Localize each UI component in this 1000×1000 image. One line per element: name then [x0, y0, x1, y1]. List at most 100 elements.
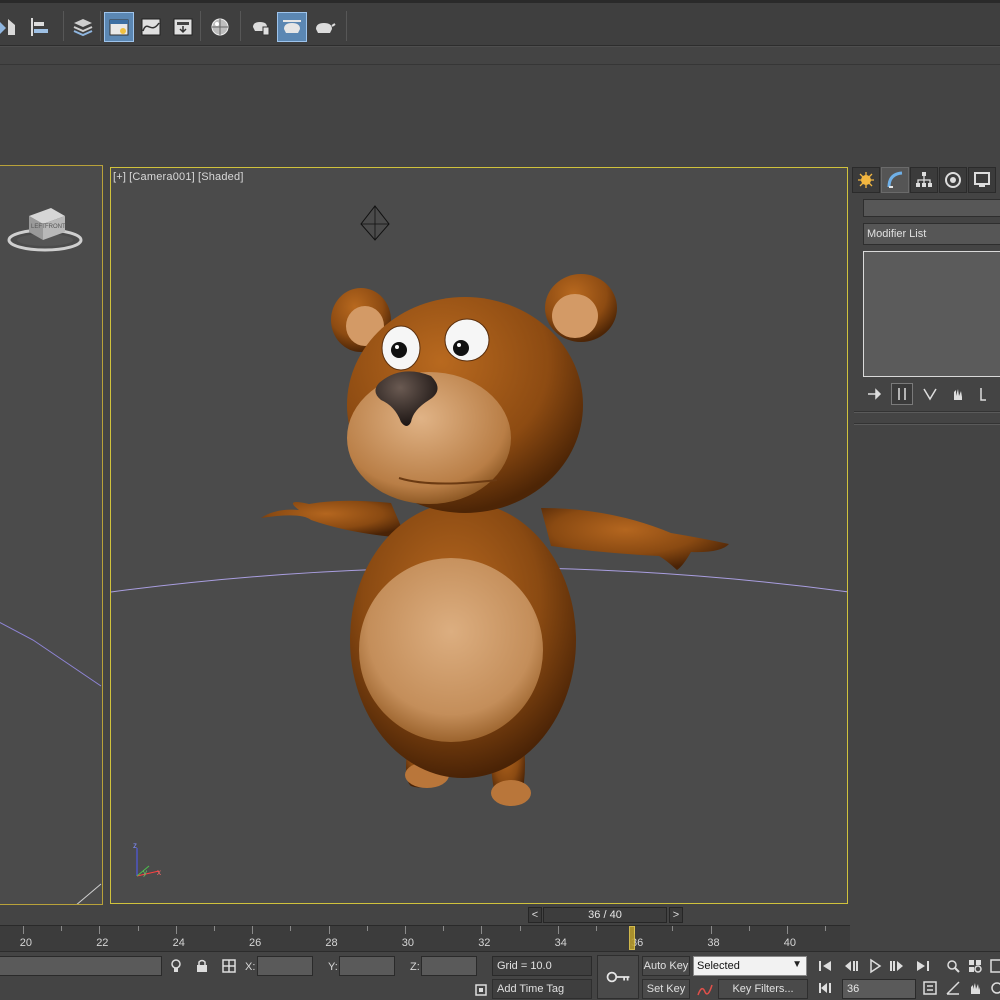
track-bar-tick [710, 926, 712, 934]
motion-tab-icon[interactable] [939, 167, 967, 193]
track-bar-tick [443, 926, 445, 931]
create-tab-icon[interactable] [852, 167, 880, 193]
viewcube-front-label: FRONT [45, 224, 66, 230]
pin-stack-icon[interactable] [863, 383, 885, 405]
left-viewport[interactable]: LEFT FRONT [0, 165, 103, 905]
track-bar-tick-label: 34 [554, 937, 567, 949]
x-coordinate-field[interactable] [257, 956, 313, 976]
track-bar-tick [61, 926, 63, 931]
next-frame-icon[interactable] [888, 957, 906, 975]
command-panel: Modifier List [852, 165, 1000, 905]
previous-frame-icon[interactable] [842, 957, 860, 975]
curve-editor-icon[interactable] [136, 12, 166, 42]
time-slider-thumb[interactable]: 36 / 40 [543, 907, 667, 923]
go-to-end-icon[interactable] [914, 957, 932, 975]
material-editor-icon[interactable] [205, 12, 235, 42]
grid-size-readout: Grid = 10.0 [492, 956, 592, 976]
pan-view-icon[interactable] [966, 979, 984, 997]
track-bar-tick-label: 28 [325, 937, 338, 949]
rendered-frame-window-icon[interactable] [277, 12, 307, 42]
maxscript-listener-field[interactable] [0, 956, 162, 976]
key-mode-toggle-button-icon[interactable] [816, 979, 834, 997]
orbit-icon[interactable] [988, 979, 1000, 997]
show-end-result-icon[interactable] [891, 383, 913, 405]
y-coordinate-label: Y: [328, 961, 338, 973]
axis-z-label: z [133, 841, 137, 850]
align-icon[interactable] [24, 12, 54, 42]
schematic-view-icon[interactable] [168, 12, 198, 42]
field-of-view-icon[interactable] [944, 979, 962, 997]
track-bar-tick [672, 926, 674, 931]
absolute-transform-icon[interactable] [220, 957, 238, 975]
time-configuration-icon[interactable] [921, 979, 939, 997]
current-frame-field[interactable]: 36 [842, 979, 916, 999]
viewport-camera-menu[interactable]: [Camera001] [129, 171, 195, 183]
track-bar-tick [99, 926, 101, 934]
set-keys-button[interactable] [597, 955, 639, 999]
modifier-stack[interactable] [863, 251, 1000, 377]
viewport-menu-plus[interactable]: [+] [113, 171, 126, 183]
status-bar: X: Y: Z: Grid = 10.0 Add Time Tag Auto K… [0, 951, 1000, 1000]
track-bar-tick [748, 926, 750, 931]
modify-tab-icon[interactable] [881, 167, 909, 193]
track-bar-tick [404, 926, 406, 934]
track-bar-tick-label: 40 [783, 937, 797, 949]
render-icon[interactable] [309, 12, 339, 42]
key-icon [606, 971, 630, 983]
object-name-field[interactable] [863, 199, 1000, 217]
remove-modifier-icon[interactable] [947, 383, 969, 405]
rollout-divider [854, 411, 1000, 413]
time-slider-next-button[interactable]: > [669, 907, 683, 923]
y-coordinate-field[interactable] [339, 956, 395, 976]
key-filters-button[interactable]: Key Filters... [718, 979, 808, 999]
add-time-tag-button[interactable]: Add Time Tag [492, 979, 592, 999]
go-to-start-icon[interactable] [816, 957, 834, 975]
time-slider-prev-button[interactable]: < [528, 907, 542, 923]
track-bar[interactable]: 20 22 24 26 28 30 32 34 36 38 40 [0, 925, 850, 951]
viewport-scene: z y x [111, 205, 847, 877]
render-setup-icon[interactable] [245, 12, 275, 42]
chevron-down-icon: ▼ [792, 959, 802, 970]
zoom-all-icon[interactable] [966, 957, 984, 975]
set-key-button[interactable]: Set Key [642, 979, 690, 999]
z-coordinate-field[interactable] [421, 956, 477, 976]
zoom-icon[interactable] [944, 957, 962, 975]
display-tab-icon[interactable] [968, 167, 996, 193]
modifier-list-dropdown[interactable]: Modifier List [863, 223, 1000, 245]
configure-modifier-sets-icon[interactable] [975, 383, 997, 405]
scene-explorer-icon[interactable] [104, 12, 134, 42]
axis-y-label: y [143, 868, 147, 877]
track-bar-tick [22, 926, 24, 934]
bear-model[interactable] [261, 274, 729, 806]
track-bar-tick [366, 926, 368, 931]
track-bar-tick [328, 926, 330, 934]
track-bar-tick [137, 926, 139, 931]
track-bar-tick [175, 926, 177, 934]
time-slider[interactable]: < 36 / 40 > [528, 906, 684, 924]
track-bar-tick [825, 926, 827, 931]
track-bar-tick [595, 926, 597, 931]
time-tag-icon[interactable] [472, 981, 490, 999]
track-bar-tick [252, 926, 254, 934]
isolate-selection-icon[interactable] [167, 957, 185, 975]
camera-target-icon[interactable] [360, 205, 390, 241]
main-toolbar [0, 0, 1000, 46]
track-bar-current-frame-marker[interactable] [629, 926, 635, 950]
make-unique-icon[interactable] [919, 383, 941, 405]
track-bar-tick-label: 26 [248, 937, 262, 949]
toolbar-divider [0, 64, 1000, 65]
layer-manager-icon[interactable] [68, 12, 98, 42]
selection-lock-icon[interactable] [193, 957, 211, 975]
camera-viewport[interactable]: z y x [+] [Camera001] [Shaded] [110, 167, 848, 904]
hierarchy-tab-icon[interactable] [910, 167, 938, 193]
track-bar-tick-label: 24 [172, 937, 185, 949]
key-mode-value: Selected [697, 960, 740, 972]
auto-key-button[interactable]: Auto Key [642, 956, 690, 976]
x-coordinate-label: X: [245, 961, 256, 973]
viewport-shading-menu[interactable]: [Shaded] [198, 171, 244, 183]
key-mode-toggle-icon[interactable] [696, 981, 714, 999]
play-icon[interactable] [866, 957, 884, 975]
mirror-icon[interactable] [0, 12, 22, 42]
zoom-extents-icon[interactable] [988, 957, 1000, 975]
key-mode-dropdown[interactable]: Selected ▼ [693, 956, 807, 976]
